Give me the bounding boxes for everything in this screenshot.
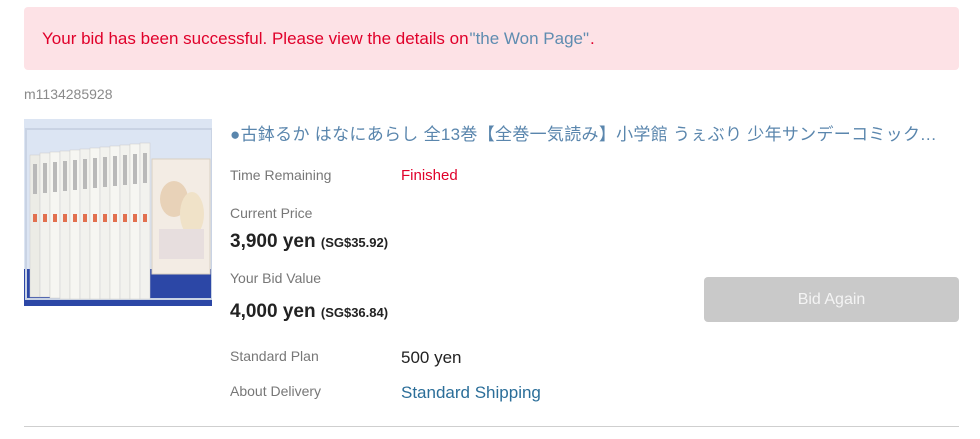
time-remaining-value: Finished	[401, 167, 458, 184]
manga-set-image	[24, 119, 212, 306]
current-price-converted: (SG$35.92)	[320, 235, 389, 250]
standard-shipping-link[interactable]: Standard Shipping	[401, 383, 541, 403]
bid-again-button[interactable]: Bid Again	[704, 277, 959, 322]
alert-message: Your bid has been successful. Please vie…	[42, 28, 469, 48]
current-price: 3,900 yen (SG$35.92)	[230, 231, 388, 253]
bottom-divider	[24, 426, 959, 427]
bid-value: 4,000 yen (SG$36.84)	[230, 301, 388, 323]
current-price-label: Current Price	[230, 205, 313, 221]
alert-period: .	[590, 28, 595, 48]
bid-value-yen: 4,000 yen	[230, 301, 316, 322]
item-title-link[interactable]: ●古鉢るか はなにあらし 全13巻【全巻一気読み】小学館 うぇぶり 少年サンデー…	[230, 120, 948, 145]
success-alert: Your bid has been successful. Please vie…	[24, 7, 959, 70]
won-page-link[interactable]: "the Won Page"	[470, 29, 590, 49]
current-price-yen: 3,900 yen	[230, 231, 316, 252]
standard-plan-label: Standard Plan	[230, 348, 319, 364]
bid-value-converted: (SG$36.84)	[320, 305, 389, 320]
standard-plan-value: 500 yen	[401, 348, 462, 367]
item-id: m1134285928	[24, 86, 113, 102]
item-thumbnail[interactable]	[24, 119, 212, 306]
time-remaining-label: Time Remaining	[230, 167, 332, 183]
about-delivery-label: About Delivery	[230, 383, 322, 399]
bid-value-label: Your Bid Value	[230, 270, 322, 286]
